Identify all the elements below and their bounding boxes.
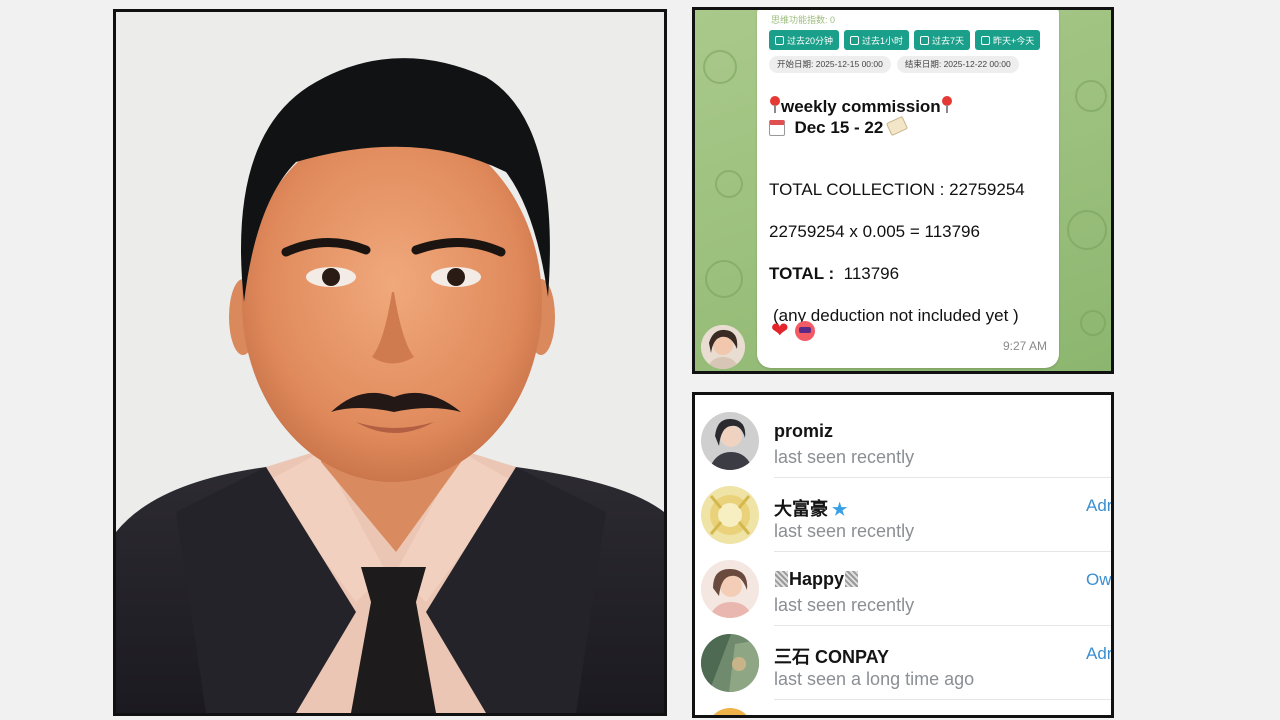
start-date-chip[interactable]: 开始日期: 2025-12-15 00:00 [769, 56, 891, 73]
member-row[interactable]: promiz last seen recently [695, 395, 1111, 470]
background-doodle [715, 170, 743, 198]
range-button-1h[interactable]: 过去1小时 [844, 30, 910, 50]
member-name-line: Happy [774, 569, 859, 590]
total-label: TOTAL : [769, 264, 835, 283]
date-range-row: 开始日期: 2025-12-15 00:00 结束日期: 2025-12-22 … [769, 56, 1019, 73]
heart-reaction-icon[interactable]: ❤ [771, 320, 789, 342]
member-avatar [701, 486, 759, 544]
sender-avatar-image [701, 325, 745, 369]
formula-line: 22759254 x 0.005 = 113796 [769, 222, 980, 241]
message-reactions: ❤ [771, 320, 815, 342]
range-button-label: 过去7天 [932, 35, 965, 46]
member-avatar-image [701, 412, 759, 470]
member-avatar-image [701, 634, 759, 692]
calendar-icon [769, 120, 785, 136]
member-role-badge: Adr [1086, 496, 1113, 515]
range-button-label: 昨天+今天 [993, 35, 1035, 46]
member-status: last seen recently [774, 447, 915, 467]
star-icon: ★ [832, 500, 848, 519]
background-doodle [1075, 80, 1107, 112]
total-line: TOTAL : 113796 [769, 264, 899, 284]
range-button-label: 过去20分钟 [787, 35, 834, 46]
end-date-chip[interactable]: 结束日期: 2025-12-22 00:00 [896, 56, 1019, 73]
members-list: promiz last seen recently 大富豪 ★ last seen… [692, 392, 1114, 718]
background-doodle [703, 50, 737, 84]
member-role-badge: Adr [1086, 644, 1113, 663]
tag-icon [885, 115, 909, 137]
total-collection-line: TOTAL COLLECTION : 22759254 [769, 180, 1025, 199]
message-date-range: Dec 15 - 22 [794, 118, 884, 137]
message-time: 9:27 AM [1002, 339, 1047, 353]
member-avatar [701, 412, 759, 470]
member-avatar [701, 560, 759, 618]
sender-avatar[interactable] [701, 325, 745, 369]
member-name: promiz [774, 421, 834, 441]
background-doodle [705, 260, 743, 298]
portrait-illustration [116, 12, 664, 713]
member-row[interactable]: Happy last seen recently [695, 543, 1111, 618]
glyph-placeholder-icon [775, 571, 788, 587]
message-date-line: Dec 15 - 22 [769, 115, 909, 138]
range-button-20min[interactable]: 过去20分钟 [769, 30, 840, 50]
pin-icon [769, 96, 781, 114]
member-avatar-image [701, 560, 759, 618]
background-doodle [1080, 310, 1106, 336]
member-avatar [701, 634, 759, 692]
message-heading-line: weekly commission [769, 96, 953, 117]
member-role-badge: Ow [1086, 570, 1112, 589]
range-button-yesterday-today[interactable]: 昨天+今天 [975, 30, 1041, 50]
cut-off-header-text: 思维功能指数: 0 [771, 15, 836, 25]
member-name-line: 大富豪 ★ [774, 495, 847, 521]
member-status: last seen recently [774, 521, 915, 541]
member-name: Happy [789, 569, 845, 589]
emoji-reaction-icon[interactable] [794, 321, 815, 341]
message-bubble: 思维功能指数: 0 过去20分钟 过去1小时 过去7天 昨天+今天 开始日期: … [757, 10, 1059, 368]
portrait-photo [113, 9, 667, 716]
range-button-label: 过去1小时 [862, 35, 904, 46]
message-heading: weekly commission [781, 97, 941, 116]
member-name: 三石 CONPAY [774, 647, 890, 667]
hourglass-icon [850, 35, 860, 45]
member-row[interactable]: 三石 CONPAY last seen a long time ago [695, 617, 1111, 692]
clock-icon [775, 35, 784, 45]
pin-icon [941, 96, 953, 114]
calendar-icon [981, 35, 991, 45]
background-doodle [1067, 210, 1107, 250]
member-status: last seen recently [774, 595, 915, 615]
calendar-icon [920, 35, 930, 45]
member-avatar-partial [707, 708, 753, 715]
member-status: last seen a long time ago [774, 669, 975, 689]
quick-range-buttons: 过去20分钟 过去1小时 过去7天 昨天+今天 [769, 30, 1041, 50]
chat-screenshot: 思维功能指数: 0 过去20分钟 过去1小时 过去7天 昨天+今天 开始日期: … [692, 7, 1114, 374]
total-value: 113796 [843, 264, 900, 283]
member-name: 大富豪 [774, 499, 828, 519]
member-row[interactable]: 大富豪 ★ last seen recently [695, 469, 1111, 544]
range-button-7d[interactable]: 过去7天 [914, 30, 971, 50]
glyph-placeholder-icon [845, 571, 859, 587]
row-divider [774, 699, 1111, 700]
member-avatar-image [701, 486, 759, 544]
